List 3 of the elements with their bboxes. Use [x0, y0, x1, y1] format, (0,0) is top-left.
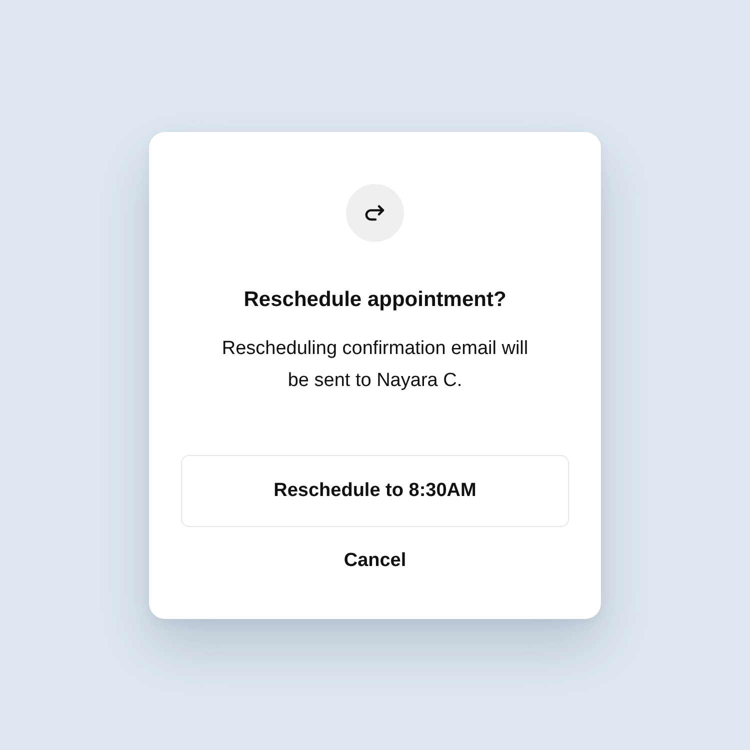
dialog-title: Reschedule appointment? — [244, 286, 506, 312]
reschedule-button[interactable]: Reschedule to 8:30AM — [181, 454, 569, 526]
dialog-message: Rescheduling confirmation email will be sent to Nayara C. — [220, 336, 530, 392]
